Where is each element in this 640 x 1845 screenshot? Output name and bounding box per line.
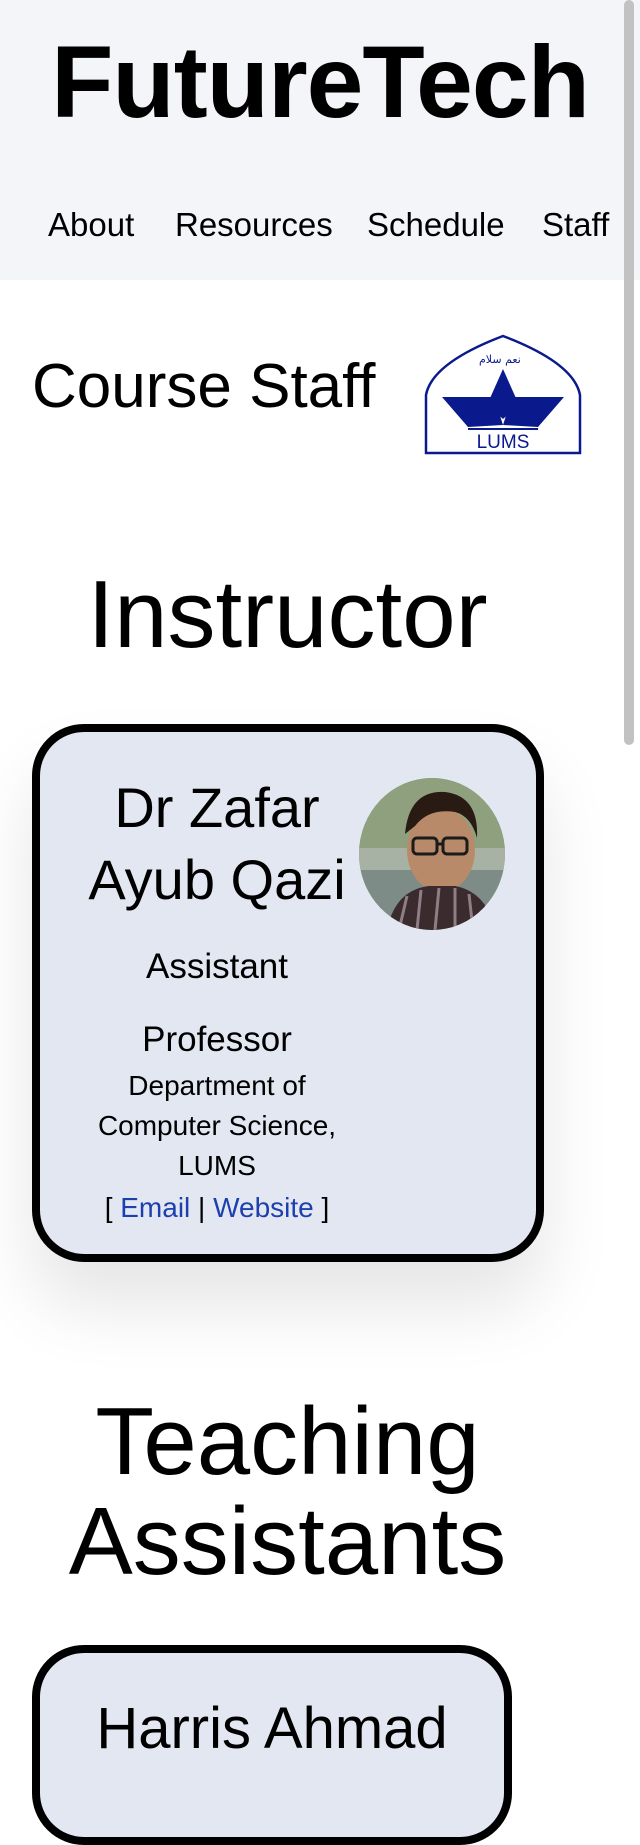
instructor-title: Assistant Professor [142, 947, 292, 1059]
nav-link-about[interactable]: About [48, 203, 134, 247]
site-title: FutureTech [51, 25, 590, 139]
website-link[interactable]: Website [213, 1192, 314, 1223]
ta-card: Harris Ahmad [32, 1645, 512, 1845]
logo-text: LUMS [477, 432, 530, 453]
instructor-photo [359, 778, 505, 930]
email-link[interactable]: Email [120, 1192, 190, 1223]
instructor-contact-links: [ Email | Website ] [104, 1192, 330, 1223]
scrollbar-thumb[interactable] [624, 0, 634, 745]
instructor-department: Department of Computer Science, LUMS [97, 1070, 337, 1181]
instructor-card: Dr Zafar Ayub Qazi Assistant Professor D… [32, 724, 544, 1262]
ta-name: Harris Ahmad [96, 1696, 448, 1761]
logo-calligraphy: نعم سلام [479, 353, 521, 366]
instructor-heading: Instructor [87, 561, 488, 668]
teaching-assistants-heading: Teaching Assistants [68, 1388, 507, 1595]
lums-logo: نعم سلام LUMS [422, 333, 584, 469]
nav-link-resources[interactable]: Resources [175, 203, 333, 247]
instructor-name: Dr Zafar Ayub Qazi [88, 776, 346, 911]
page-title: Course Staff [32, 352, 376, 421]
nav-link-schedule[interactable]: Schedule [367, 203, 505, 247]
site-header: FutureTech About Resources Schedule Staf… [0, 0, 640, 280]
nav-link-staff[interactable]: Staff [542, 203, 609, 247]
